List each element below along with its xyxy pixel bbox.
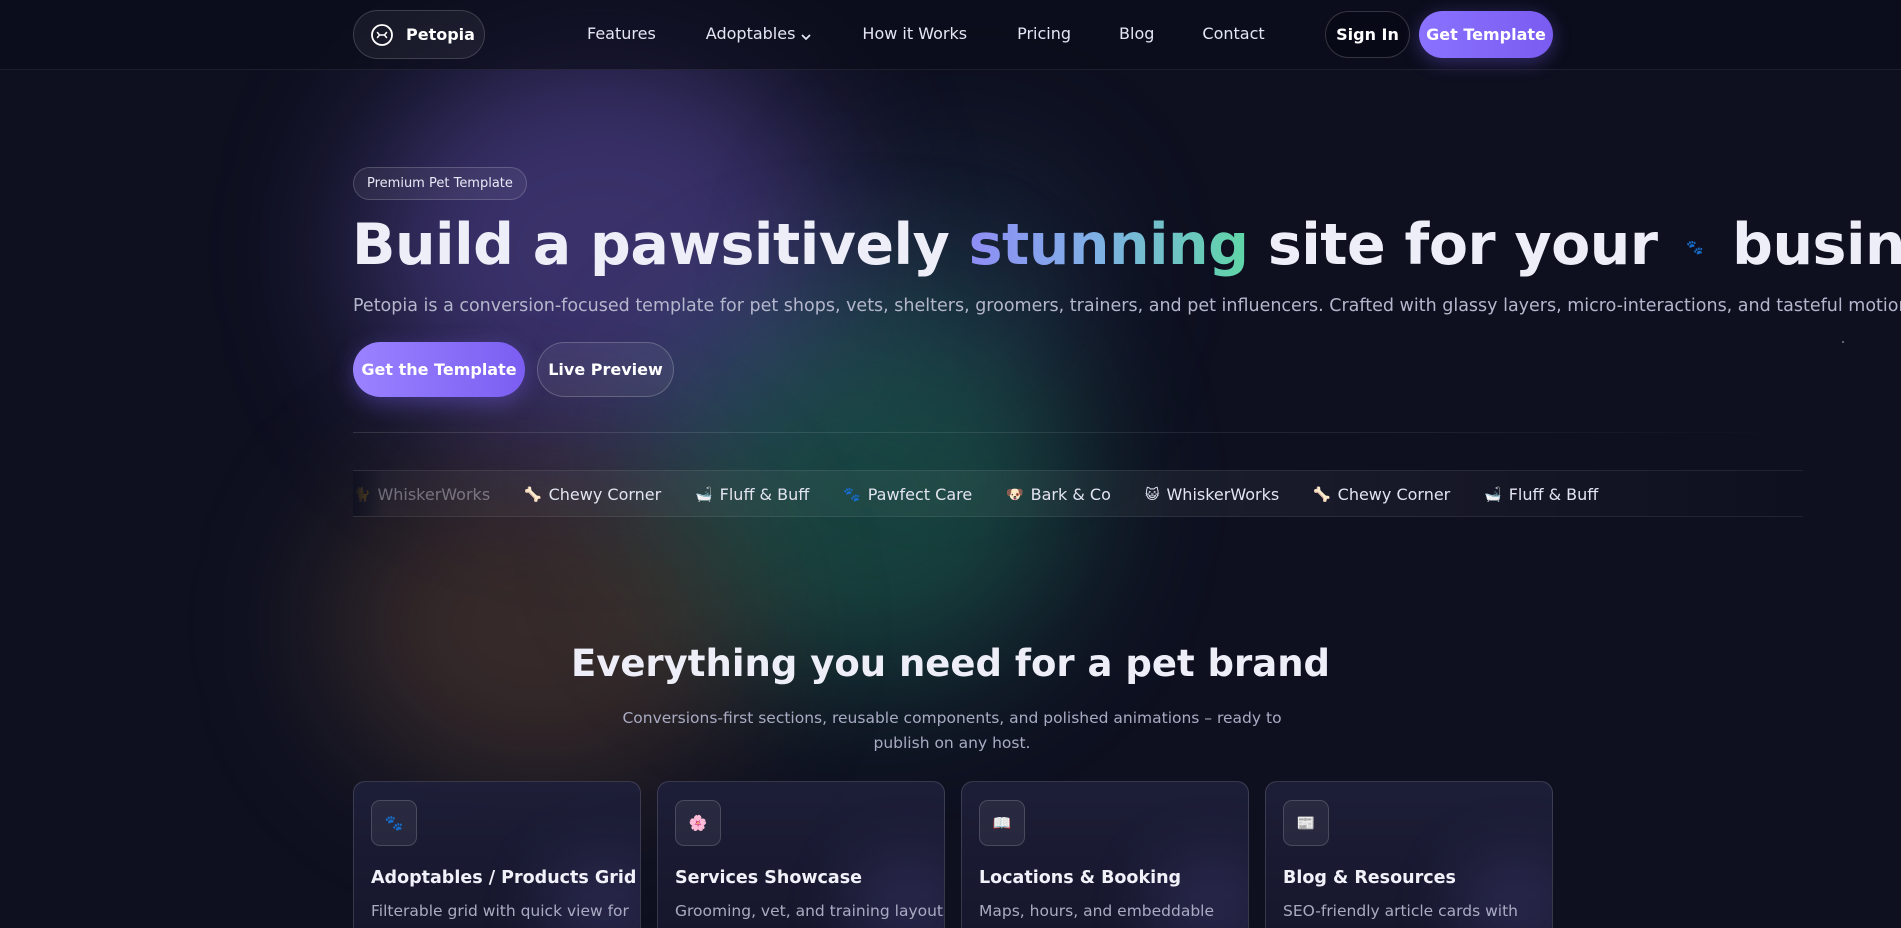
main-nav: Features Adoptables How it Works Pricing…	[587, 24, 1265, 43]
decorative-dot	[1842, 341, 1844, 343]
nav-adoptables[interactable]: Adoptables	[706, 24, 813, 43]
marquee-item-label: Chewy Corner	[1337, 485, 1451, 504]
features-title: Everything you need for a pet brand	[570, 642, 1331, 685]
features-subtitle: Conversions-first sections, reusable com…	[622, 709, 1282, 752]
marquee-item: 🛁 Fluff & Buff	[695, 485, 809, 504]
premium-badge: Premium Pet Template	[353, 167, 527, 200]
marquee-item-label: Chewy Corner	[548, 485, 662, 504]
hero-title-prefix: Build a pawsitively	[352, 212, 950, 278]
petopia-logo-icon	[370, 23, 394, 47]
marquee-item: 🐶 Bark & Co	[1006, 485, 1111, 504]
hero-title: Build a pawsitively stunning site for yo…	[352, 208, 1901, 285]
get-template-button[interactable]: Get Template	[1419, 11, 1553, 58]
marquee-item-label: WhiskerWorks	[377, 485, 491, 504]
paw-prints-icon: 🐾	[843, 486, 861, 503]
feature-card-title: Services Showcase	[675, 868, 862, 888]
bone-icon: 🦴	[1313, 486, 1331, 503]
background-glow-teal	[830, 160, 1090, 420]
live-preview-button[interactable]: Live Preview	[537, 342, 674, 397]
hero-title-suffix: business	[1732, 212, 1901, 278]
marquee-track: 🐈WhiskerWorks 🦴Chewy Corner 🛁Fluff & Buf…	[353, 471, 1632, 516]
brand-logo-link[interactable]: Petopia	[353, 10, 485, 59]
nav-how-it-works[interactable]: How it Works	[862, 24, 967, 43]
marquee-item-label: Bark & Co	[1030, 485, 1111, 504]
feature-card[interactable]: 🐾 Adoptables / Products Grid Filterable …	[353, 781, 641, 928]
marquee-item: 🐾 Pawfect Care	[843, 485, 972, 504]
chevron-down-icon	[800, 28, 812, 40]
sign-in-button[interactable]: Sign In	[1325, 11, 1410, 58]
feature-card-desc: Maps, hours, and embeddable	[979, 902, 1215, 920]
newspaper-icon: 📰	[1283, 800, 1329, 846]
bathtub-icon: 🛁	[1484, 486, 1502, 503]
nav-contact[interactable]: Contact	[1202, 24, 1264, 43]
cat-face-icon: 😺	[1144, 486, 1160, 503]
feature-card[interactable]: 📰 Blog & Resources SEO-friendly article …	[1265, 781, 1553, 928]
marquee-item-label: Fluff & Buff	[719, 485, 810, 504]
brand-marquee: 🐈WhiskerWorks 🦴Chewy Corner 🛁Fluff & Buf…	[353, 470, 1803, 517]
feature-card[interactable]: 📖 Locations & Booking Maps, hours, and e…	[961, 781, 1249, 928]
feature-card-title: Locations & Booking	[979, 868, 1182, 888]
nav-blog[interactable]: Blog	[1119, 24, 1154, 43]
marquee-item-label: Pawfect Care	[867, 485, 973, 504]
nav-features[interactable]: Features	[587, 24, 656, 43]
feature-card-desc: SEO-friendly article cards with	[1283, 902, 1518, 920]
marquee-item: 🦴 Chewy Corner	[1313, 485, 1450, 504]
nav-adoptables-label: Adoptables	[705, 24, 796, 43]
bone-icon: 🦴	[524, 486, 542, 503]
dog-face-icon: 🐶	[1006, 486, 1024, 503]
marquee-item: 😺 WhiskerWorks	[1145, 485, 1279, 504]
get-the-template-button[interactable]: Get the Template	[353, 342, 525, 397]
feature-card-desc: Grooming, vet, and training layouts	[675, 902, 945, 920]
feature-card-title: Blog & Resources	[1283, 868, 1456, 888]
brand-name: Petopia	[406, 25, 475, 44]
bathtub-icon: 🛁	[695, 486, 713, 503]
marquee-item: 🛁 Fluff & Buff	[1484, 485, 1598, 504]
marquee-item: 🦴 Chewy Corner	[524, 485, 661, 504]
feature-card-title: Adoptables / Products Grid	[371, 868, 637, 888]
marquee-fade	[353, 471, 383, 516]
hero-title-highlight: stunning	[968, 212, 1249, 278]
feature-card[interactable]: 🌸 Services Showcase Grooming, vet, and t…	[657, 781, 945, 928]
paw-prints-icon: 🐾	[371, 800, 417, 846]
hero-subtitle: Petopia is a conversion-focused template…	[353, 296, 1901, 316]
marquee-item-label: WhiskerWorks	[1166, 485, 1280, 504]
page: Petopia Features Adoptables How it Works…	[0, 0, 1901, 928]
paw-icon: 🐾	[1686, 240, 1704, 257]
map-book-icon: 📖	[979, 800, 1025, 846]
hero-divider	[353, 432, 1793, 433]
site-header: Petopia Features Adoptables How it Works…	[0, 0, 1901, 70]
feature-card-desc: Filterable grid with quick view for	[371, 902, 629, 920]
flower-icon: 🌸	[675, 800, 721, 846]
nav-pricing[interactable]: Pricing	[1017, 24, 1071, 43]
hero-title-middle: site for your	[1267, 212, 1658, 278]
marquee-item-label: Fluff & Buff	[1508, 485, 1599, 504]
